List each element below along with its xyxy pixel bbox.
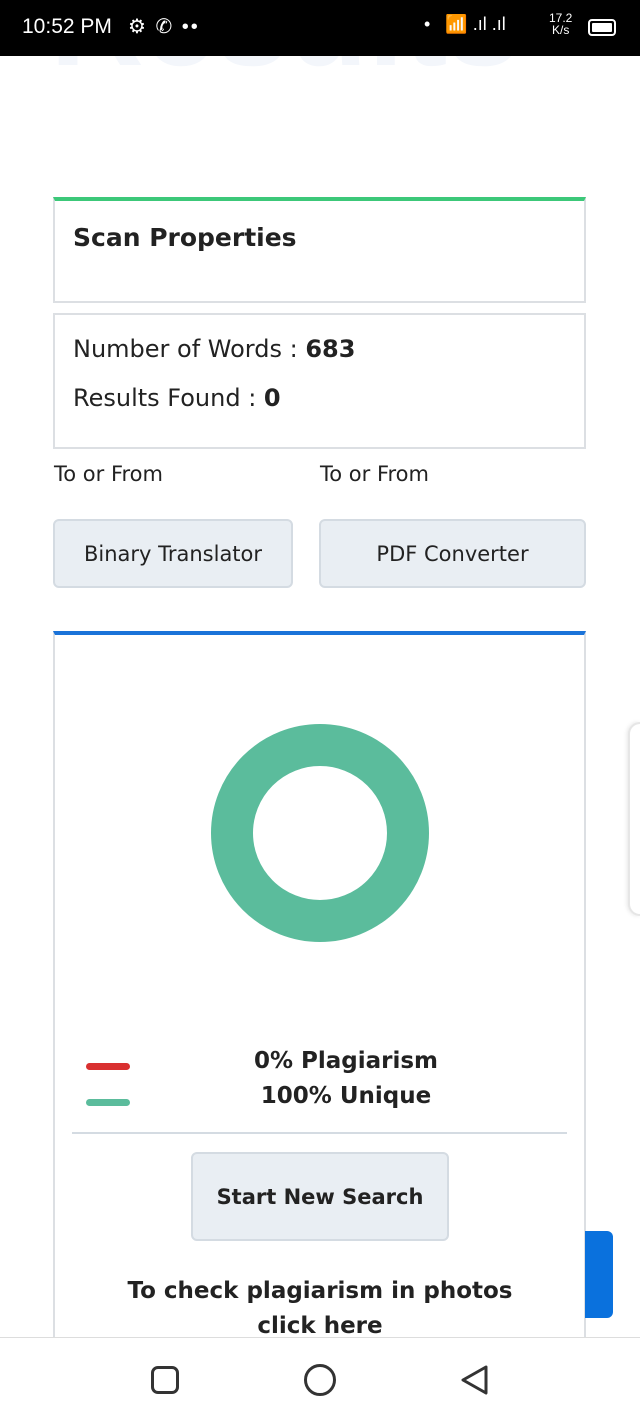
pdf-converter-button[interactable]: PDF Converter — [319, 519, 586, 588]
binary-translator-button[interactable]: Binary Translator — [53, 519, 293, 588]
plagiarism-legend-swatch — [86, 1063, 130, 1070]
start-new-search-button[interactable]: Start New Search — [191, 1152, 449, 1241]
notification-icons: ⚙ ✆ •• — [128, 16, 200, 38]
scan-properties-card: Scan Properties — [53, 197, 586, 303]
status-bar: 10:52 PM ⚙ ✆ •• • 📶 .ıl .ıl 17.2 K/s — [0, 0, 640, 56]
photos-line: To check plagiarism in photos — [127, 1278, 513, 1304]
signal-wifi-icons: • 📶 .ıl .ıl — [424, 14, 506, 34]
floating-blue-button[interactable] — [585, 1231, 613, 1318]
side-panel-handle[interactable] — [628, 722, 640, 916]
word-count: Number of Words : 683 — [73, 335, 356, 363]
scan-stats-card: Number of Words : 683 Results Found : 0 — [53, 313, 586, 449]
results-found: Results Found : 0 — [73, 384, 281, 412]
recents-icon[interactable] — [151, 1366, 179, 1394]
battery-icon — [588, 19, 616, 36]
plagiarism-label: 0% Plagiarism — [253, 1048, 439, 1074]
back-icon[interactable] — [458, 1364, 490, 1396]
binary-caption: To or From — [54, 462, 163, 486]
donut-chart — [211, 724, 429, 942]
android-nav-bar — [0, 1337, 640, 1422]
scan-properties-title: Scan Properties — [73, 223, 297, 252]
pdf-caption: To or From — [320, 462, 429, 486]
unique-label: 100% Unique — [260, 1083, 432, 1109]
unique-legend-swatch — [86, 1099, 130, 1106]
network-speed: 17.2 K/s — [549, 11, 573, 37]
unique-segment — [211, 724, 429, 942]
clock: 10:52 PM — [22, 15, 112, 38]
photos-click-here-link[interactable]: click here — [60, 1313, 580, 1339]
home-icon[interactable] — [304, 1364, 336, 1396]
divider — [72, 1132, 567, 1134]
